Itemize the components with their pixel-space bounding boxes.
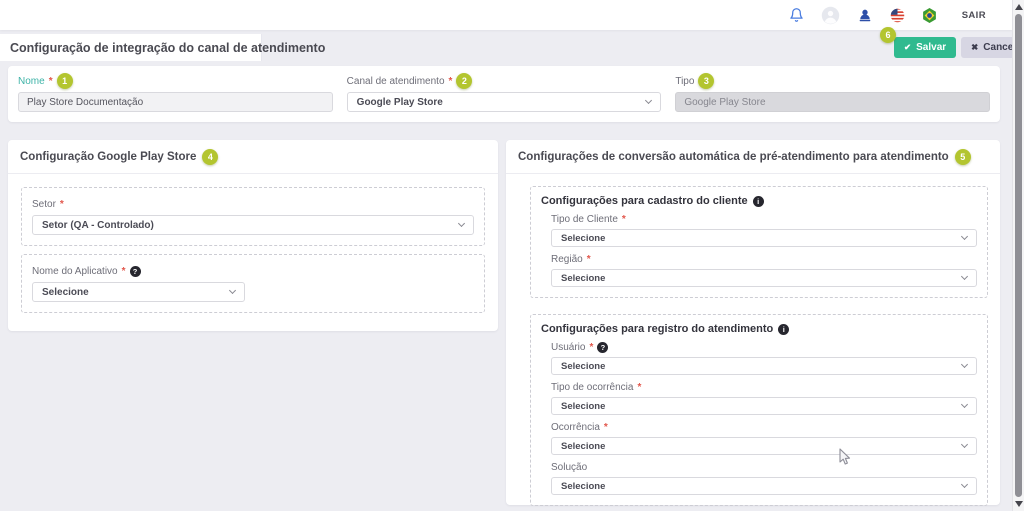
vertical-scrollbar[interactable] xyxy=(1012,0,1024,511)
sector-select[interactable]: Setor (QA - Controlado) xyxy=(32,215,474,235)
app-name-select[interactable]: Selecione xyxy=(32,282,245,302)
chevron-down-icon xyxy=(961,233,968,240)
chevron-down-icon xyxy=(458,220,465,227)
chevron-down-icon xyxy=(961,273,968,280)
step-badge-6: 6 xyxy=(880,27,896,43)
required-marker: * xyxy=(637,382,641,393)
occurrence-label: Ocorrência xyxy=(551,422,600,433)
occurrence-select[interactable]: Selecione xyxy=(551,437,977,455)
help-icon[interactable]: ? xyxy=(597,342,608,353)
page-title-bar: Configuração de integração do canal de a… xyxy=(0,34,262,61)
occurrence-type-select[interactable]: Selecione xyxy=(551,397,977,415)
playstore-panel-title: Configuração Google Play Store xyxy=(20,151,196,163)
playstore-config-panel: Configuração Google Play Store 4 Setor *… xyxy=(8,140,498,331)
chevron-down-icon xyxy=(961,441,968,448)
close-icon: ✖ xyxy=(971,42,978,53)
app-name-group-box: Nome do Aplicativo * ? Selecione xyxy=(21,254,485,313)
name-input[interactable] xyxy=(18,92,333,112)
chevron-down-icon xyxy=(961,481,968,488)
action-buttons: ✔ Salvar ✖ Cancelar xyxy=(894,37,1024,58)
step-badge-2: 2 xyxy=(456,73,472,89)
region-select[interactable]: Selecione xyxy=(551,269,977,287)
info-icon[interactable]: i xyxy=(753,196,764,207)
user-label: Usuário xyxy=(551,342,585,353)
help-icon[interactable]: ? xyxy=(130,266,141,277)
info-icon[interactable]: i xyxy=(778,324,789,335)
channel-select[interactable]: Google Play Store xyxy=(347,92,662,112)
auto-conversion-panel: Configurações de conversão automática de… xyxy=(506,140,1000,505)
region-select-value: Selecione xyxy=(561,273,605,284)
auto-conversion-panel-title: Configurações de conversão automática de… xyxy=(518,151,949,163)
type-label: Tipo xyxy=(675,76,694,87)
user-avatar[interactable] xyxy=(821,6,840,25)
sector-select-value: Setor (QA - Controlado) xyxy=(42,220,154,231)
step-badge-1: 1 xyxy=(57,73,73,89)
language-us-flag-icon[interactable] xyxy=(890,8,905,23)
scrollbar-thumb[interactable] xyxy=(1015,14,1022,497)
app-screen: SAIR Configuração de integração do canal… xyxy=(0,0,1024,511)
topbar: SAIR xyxy=(0,0,1012,30)
client-type-select[interactable]: Selecione xyxy=(551,229,977,247)
service-section-heading: Configurações para registro do atendimen… xyxy=(541,323,773,335)
user-select-value: Selecione xyxy=(561,361,605,372)
scroll-up-arrow-icon[interactable] xyxy=(1015,4,1023,10)
required-marker: * xyxy=(60,199,64,210)
client-type-field: Tipo de Cliente * Selecione xyxy=(551,212,977,247)
integration-form-card: Nome * 1 Canal de atendimento * 2 Google… xyxy=(8,66,1000,122)
client-type-label: Tipo de Cliente xyxy=(551,214,618,225)
app-name-label: Nome do Aplicativo xyxy=(32,266,118,277)
client-type-select-value: Selecione xyxy=(561,233,605,244)
occurrence-type-select-value: Selecione xyxy=(561,401,605,412)
user-field: Usuário * ? Selecione xyxy=(551,340,977,375)
notifications-bell-icon[interactable] xyxy=(789,7,804,23)
page-title: Configuração de integração do canal de a… xyxy=(10,41,325,55)
logout-button[interactable]: SAIR xyxy=(962,10,986,21)
name-field-column: Nome * 1 xyxy=(18,73,333,113)
step-badge-3: 3 xyxy=(698,73,714,89)
required-marker: * xyxy=(622,214,626,225)
save-button-label: Salvar xyxy=(916,42,946,53)
channel-select-value: Google Play Store xyxy=(357,97,443,108)
save-button[interactable]: ✔ Salvar xyxy=(894,37,956,58)
channel-label: Canal de atendimento xyxy=(347,76,445,87)
step-badge-5: 5 xyxy=(955,149,971,165)
sector-group-box: Setor * Setor (QA - Controlado) xyxy=(21,187,485,246)
language-brazil-flag-icon[interactable] xyxy=(922,8,937,23)
occurrence-field: Ocorrência * Selecione xyxy=(551,420,977,455)
occurrence-select-value: Selecione xyxy=(561,441,605,452)
client-registration-box: Configurações para cadastro do cliente i… xyxy=(530,186,988,298)
user-select[interactable]: Selecione xyxy=(551,357,977,375)
check-icon: ✔ xyxy=(904,42,911,53)
type-field-column: Tipo 3 xyxy=(675,73,990,113)
client-section-heading: Configurações para cadastro do cliente xyxy=(541,195,748,207)
region-label: Região xyxy=(551,254,583,265)
channel-field-column: Canal de atendimento * 2 Google Play Sto… xyxy=(347,73,662,113)
required-marker: * xyxy=(122,266,126,277)
region-field: Região * Selecione xyxy=(551,252,977,287)
sector-label: Setor xyxy=(32,199,56,210)
required-marker: * xyxy=(449,76,453,87)
chevron-down-icon xyxy=(961,401,968,408)
solution-label: Solução xyxy=(551,462,587,473)
required-marker: * xyxy=(589,342,593,353)
chevron-down-icon xyxy=(229,287,236,294)
agent-status-icon[interactable] xyxy=(857,7,873,23)
solution-select[interactable]: Selecione xyxy=(551,477,977,495)
required-marker: * xyxy=(587,254,591,265)
app-name-select-value: Selecione xyxy=(42,287,89,298)
chevron-down-icon xyxy=(961,361,968,368)
occurrence-type-field: Tipo de ocorrência * Selecione xyxy=(551,380,977,415)
solution-select-value: Selecione xyxy=(561,481,605,492)
scroll-down-arrow-icon[interactable] xyxy=(1015,501,1023,507)
chevron-down-icon xyxy=(645,97,652,104)
name-label: Nome xyxy=(18,76,45,87)
required-marker: * xyxy=(604,422,608,433)
service-record-box: Configurações para registro do atendimen… xyxy=(530,314,988,506)
type-input xyxy=(675,92,990,112)
step-badge-4: 4 xyxy=(202,149,218,165)
occurrence-type-label: Tipo de ocorrência xyxy=(551,382,633,393)
solution-field: Solução Selecione xyxy=(551,460,977,495)
required-marker: * xyxy=(49,76,53,87)
